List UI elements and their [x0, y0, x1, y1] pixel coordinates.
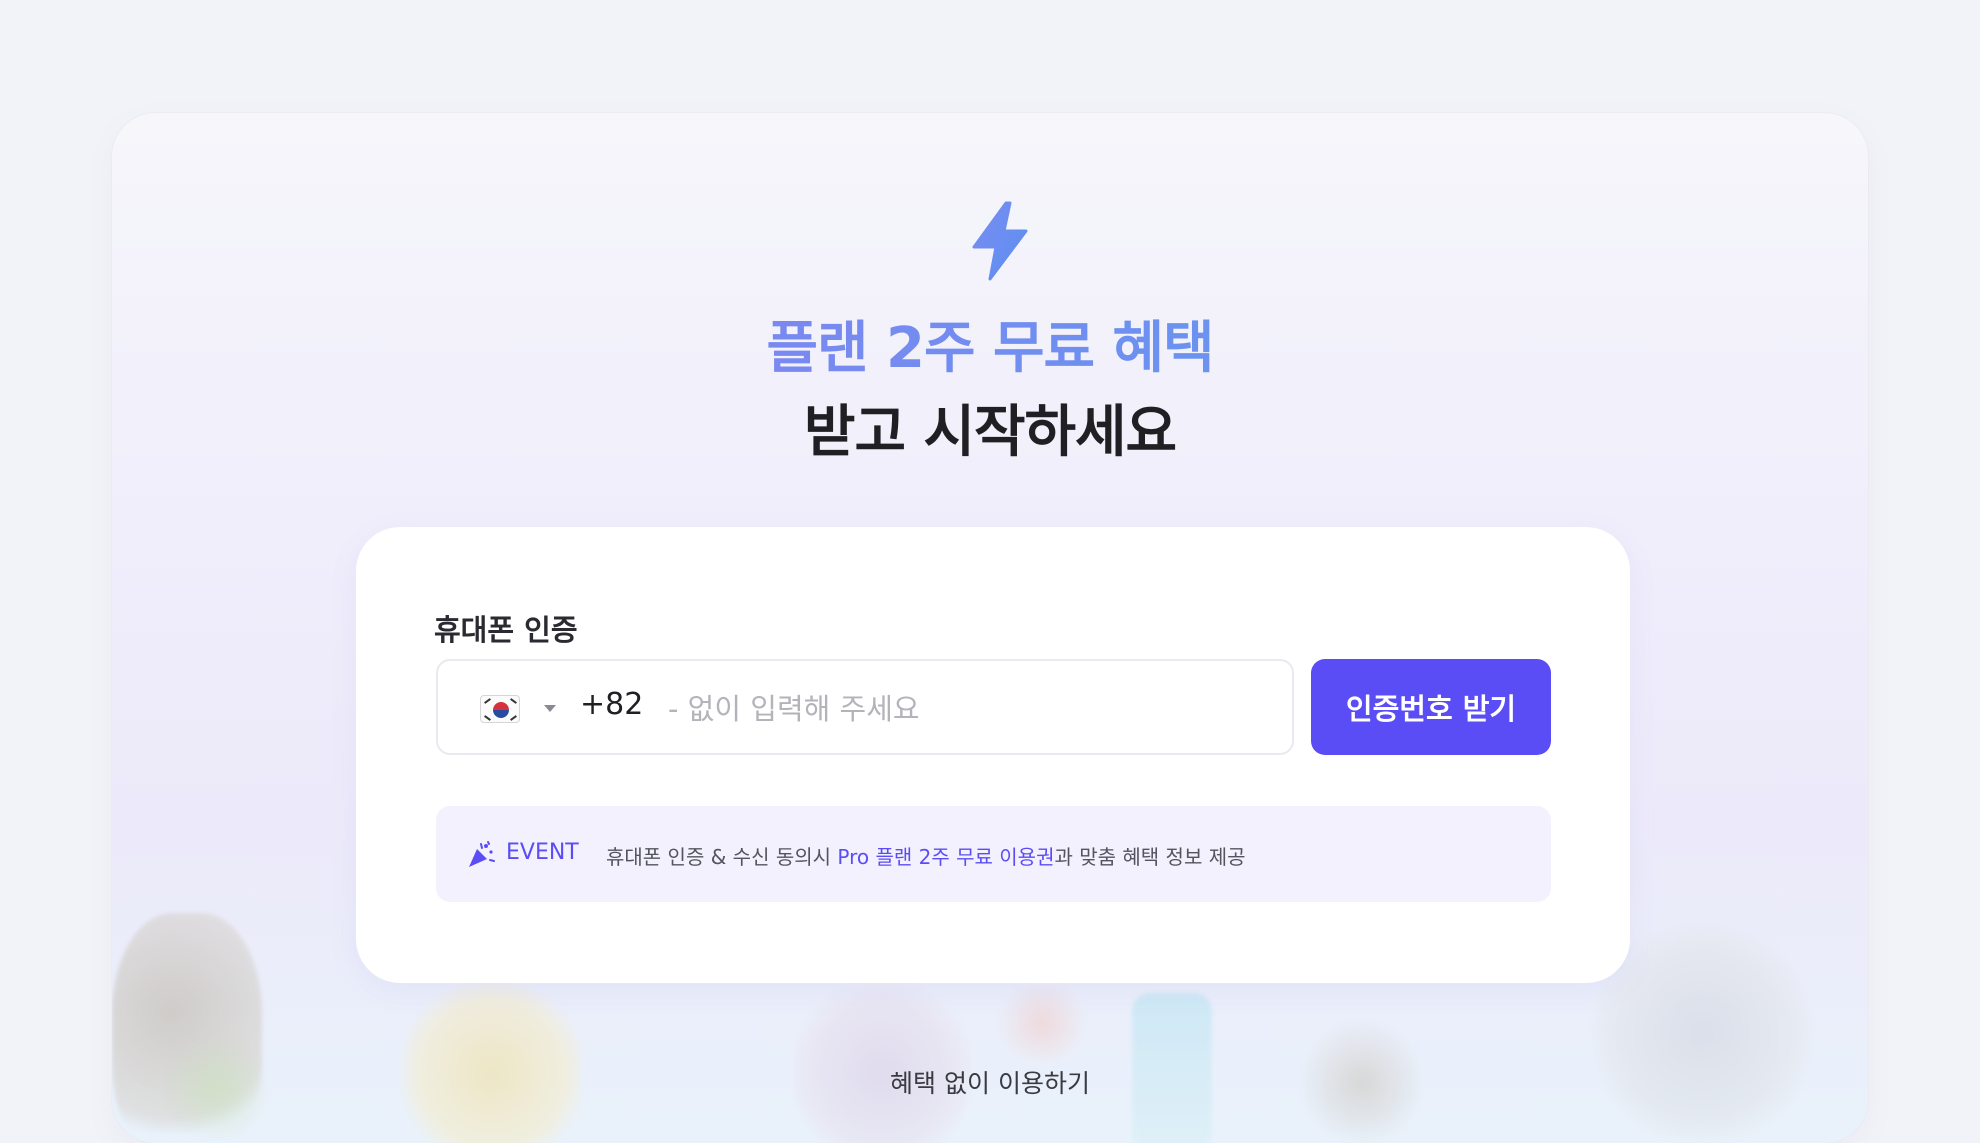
page-title: 받고 시작하세요 — [803, 400, 1177, 465]
event-banner: EVENT 휴대폰 인증 & 수신 동의시 Pro 플랜 2주 무료 이용권과 … — [436, 806, 1551, 902]
phone-input-group: +82 — [436, 659, 1294, 755]
event-description: 휴대폰 인증 & 수신 동의시 Pro 플랜 2주 무료 이용권과 맞춤 혜택 … — [606, 841, 1246, 870]
south-korea-flag-icon[interactable] — [480, 695, 520, 723]
party-popper-icon — [469, 841, 495, 867]
phone-auth-card: 휴대폰 인증 +82 인증번호 받기 EVENT — [356, 527, 1630, 983]
phone-number-input[interactable] — [668, 679, 1268, 739]
illustration-decoration — [992, 983, 1092, 1063]
event-text-before: 휴대폰 인증 & 수신 동의시 — [606, 845, 838, 869]
event-label: EVENT — [506, 840, 579, 865]
country-code[interactable]: +82 — [580, 687, 643, 722]
illustration-decoration — [792, 973, 972, 1143]
phone-auth-label: 휴대폰 인증 — [434, 613, 578, 647]
page-title-highlight: 플랜 2주 무료 혜택 — [112, 303, 1868, 384]
event-text-after: 과 맞춤 혜택 정보 제공 — [1054, 845, 1246, 869]
event-text-highlight: Pro 플랜 2주 무료 이용권 — [837, 845, 1055, 869]
signup-panel: 플랜 2주 무료 혜택 받고 시작하세요 휴대폰 인증 +82 인증번호 받기 — [112, 113, 1868, 1143]
skip-benefit-link[interactable]: 혜택 없이 이용하기 — [112, 1064, 1868, 1100]
chevron-down-icon[interactable] — [544, 705, 556, 712]
lightning-bolt-icon — [972, 201, 1028, 281]
illustration-decoration — [402, 973, 582, 1143]
send-code-button[interactable]: 인증번호 받기 — [1311, 659, 1551, 755]
